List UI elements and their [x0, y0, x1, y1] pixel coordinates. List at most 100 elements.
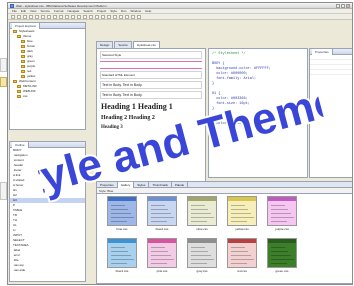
- toolbar-button-icon[interactable]: [29, 15, 33, 19]
- theme-preview-image: [187, 238, 217, 268]
- toolbar-button-icon[interactable]: [113, 15, 117, 19]
- preview-selected-style[interactable]: Selected Style: [100, 51, 202, 59]
- toolbar-button-icon[interactable]: [47, 15, 51, 19]
- toolbar-button-icon[interactable]: [107, 15, 111, 19]
- theme-preview-image: [147, 196, 177, 226]
- theme-thumbnail[interactable]: blue3.css: [107, 238, 137, 274]
- toolbar: [8, 14, 352, 20]
- theme-thumbnail-caption: olive.css: [196, 227, 208, 231]
- folder-icon: [21, 54, 25, 58]
- toolbar-button-icon[interactable]: [89, 15, 93, 19]
- theme-thumbnail[interactable]: yellow.css: [227, 196, 257, 232]
- editor-tab[interactable]: Source: [114, 41, 132, 48]
- edge-chip: [0, 182, 7, 200]
- theme-thumbnail[interactable]: red.css: [227, 238, 257, 274]
- folder-icon: [17, 84, 21, 88]
- folder-icon: [13, 29, 17, 33]
- project-explorer-panel: Project Explorer Stylesheets theme blue bro…: [9, 22, 86, 130]
- close-button[interactable]: [346, 4, 350, 8]
- theme-thumbnail-caption: red.css: [237, 269, 247, 273]
- tree-item-label: yellow: [27, 74, 36, 78]
- toolbar-button-icon[interactable]: [71, 15, 75, 19]
- theme-thumbnail[interactable]: olive.css: [187, 196, 217, 232]
- editor-tab-bar: Design Source stylesheet.css: [96, 41, 161, 48]
- edge-chip: [0, 77, 7, 87]
- toolbar-button-icon[interactable]: [95, 15, 99, 19]
- toolbar-button-icon[interactable]: [35, 15, 39, 19]
- theme-thumbnail-caption: pink.css: [156, 269, 168, 273]
- style-gallery-panel: Properties Gallery Styles Thumbnails Palette…: [96, 181, 352, 284]
- folder-icon: [21, 74, 25, 78]
- folder-icon: [17, 94, 21, 98]
- toolbar-button-icon[interactable]: [119, 15, 123, 19]
- theme-thumbnail[interactable]: blue.css: [107, 196, 137, 232]
- theme-thumbnail-caption: yellow.css: [235, 227, 249, 231]
- tree-item-label: gray: [27, 54, 33, 58]
- theme-preview-image: [107, 238, 137, 268]
- theme-thumbnail-caption: purple.css: [275, 227, 289, 231]
- toolbar-button-icon[interactable]: [101, 15, 105, 19]
- preview-body-text: Text in Body. Text in Body.: [100, 91, 202, 99]
- tree-item-label: blue: [27, 39, 33, 43]
- folder-icon: [13, 79, 17, 83]
- preview-rule-line: [100, 61, 202, 69]
- preview-body-text: Text in Body. Text in Body.: [100, 81, 202, 89]
- toolbar-button-icon[interactable]: [53, 15, 57, 19]
- theme-preview-image: [227, 196, 257, 226]
- folder-icon: [21, 44, 25, 48]
- folder-icon: [17, 89, 21, 93]
- tree-item-label: purple: [27, 64, 36, 68]
- theme-preview-image: [267, 196, 297, 226]
- tree-item-label: dark: [27, 49, 33, 53]
- toolbar-button-icon[interactable]: [77, 15, 81, 19]
- app-icon: [10, 4, 14, 8]
- theme-thumbnail-caption: blue3.css: [115, 269, 129, 273]
- folder-icon: [21, 59, 25, 63]
- toolbar-button-icon[interactable]: [137, 15, 141, 19]
- theme-preview-image: [187, 196, 217, 226]
- minimize-button[interactable]: [336, 4, 340, 8]
- window-title: Web - stylesheet.css - IBM Rational Soft…: [16, 4, 107, 8]
- toolbar-button-icon[interactable]: [131, 15, 135, 19]
- folder-icon: [21, 49, 25, 53]
- tree-item-label: WEB-INF: [23, 89, 36, 93]
- tab-properties[interactable]: Properties: [312, 49, 333, 55]
- gallery-tab[interactable]: Palette: [172, 182, 189, 188]
- tree-item-label: brown: [27, 44, 36, 48]
- toolbar-button-icon[interactable]: [83, 15, 87, 19]
- tree-item-label: Stylesheets: [19, 29, 35, 33]
- edge-chip: [0, 58, 7, 72]
- toolbar-button-icon[interactable]: [11, 15, 15, 19]
- theme-thumbnail[interactable]: purple.css: [267, 196, 297, 232]
- theme-thumbnail[interactable]: pink.css: [147, 238, 177, 274]
- folder-icon: [21, 39, 25, 43]
- theme-preview-image: [267, 238, 297, 268]
- theme-preview-image: [147, 238, 177, 268]
- tree-item-label: css: [23, 94, 28, 98]
- toolbar-button-icon[interactable]: [17, 15, 21, 19]
- preview-html-element[interactable]: Standard HTML Element: [100, 71, 202, 79]
- tree-item[interactable]: css: [10, 94, 85, 99]
- theme-thumbnail[interactable]: gray.css: [187, 238, 217, 274]
- toolbar-button-icon[interactable]: [41, 15, 45, 19]
- theme-thumbnail[interactable]: blue2.css: [147, 196, 177, 232]
- tree-item-label: green: [27, 59, 35, 63]
- toolbar-button-icon[interactable]: [59, 15, 63, 19]
- theme-thumbnail-caption: gray.css: [196, 269, 208, 273]
- project-tree: Stylesheets theme blue brown dark gray green pu…: [10, 29, 85, 99]
- toolbar-button-icon[interactable]: [23, 15, 27, 19]
- folder-icon: [21, 64, 25, 68]
- theme-thumbnail-caption: blue2.css: [155, 227, 169, 231]
- toolbar-button-icon[interactable]: [65, 15, 69, 19]
- tree-item-label: red: [27, 69, 32, 73]
- editor-tab[interactable]: stylesheet.css: [132, 41, 160, 48]
- tree-item-label: META-INF: [23, 84, 37, 88]
- outline-item[interactable]: .nav-side: [10, 268, 85, 273]
- folder-icon: [21, 69, 25, 73]
- theme-thumbnail-caption: blue.css: [116, 227, 128, 231]
- toolbar-button-icon[interactable]: [125, 15, 129, 19]
- editor-tab[interactable]: Design: [96, 41, 114, 48]
- theme-preview-image: [227, 238, 257, 268]
- theme-thumbnail[interactable]: green.css: [267, 238, 297, 274]
- maximize-button[interactable]: [341, 4, 345, 8]
